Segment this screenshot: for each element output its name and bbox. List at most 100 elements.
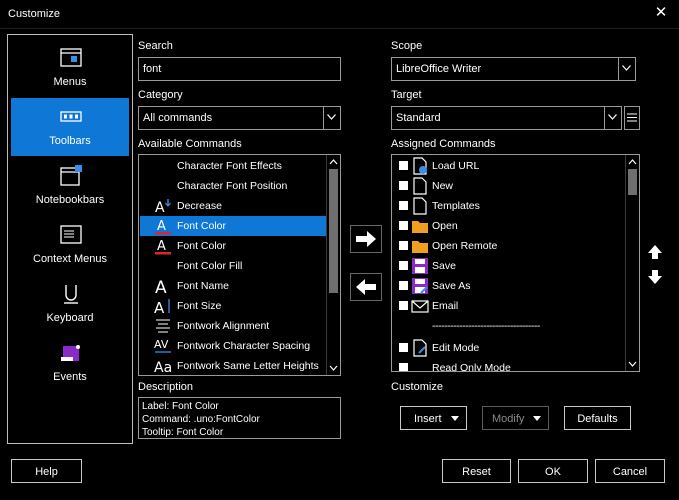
customize-label: Customize <box>391 381 443 393</box>
scope-label: Scope <box>391 40 423 52</box>
caret-down-icon <box>451 416 459 421</box>
save-icon <box>412 258 428 274</box>
assigned-commands-list[interactable]: Load URL New Templates Open Open Remote … <box>391 154 640 372</box>
available-commands-list[interactable]: Character Font Effects Character Font Po… <box>138 154 341 376</box>
folder-icon <box>412 221 428 233</box>
move-up-button[interactable] <box>646 243 664 261</box>
scroll-thumb[interactable] <box>628 169 637 195</box>
caret-down-icon <box>533 416 541 421</box>
scroll-down-icon[interactable] <box>327 362 340 373</box>
search-input-value: font <box>143 63 162 75</box>
move-down-button[interactable] <box>646 268 664 286</box>
notebookbars-icon <box>60 165 82 186</box>
checkbox[interactable] <box>399 363 408 371</box>
target-label: Target <box>391 89 422 101</box>
target-select[interactable]: Standard <box>391 106 622 130</box>
list-item[interactable]: Character Font Effects <box>140 156 327 176</box>
list-item[interactable]: A Font Size <box>140 296 327 316</box>
list-item[interactable]: AV Fontwork Character Spacing <box>140 336 327 356</box>
chevron-down-icon[interactable] <box>323 107 340 129</box>
add-command-button[interactable] <box>350 225 382 253</box>
arrow-right-icon <box>356 231 376 247</box>
scroll-up-icon[interactable] <box>327 157 340 168</box>
separator-row[interactable]: ------------------------------------ <box>393 316 626 336</box>
list-item[interactable]: Save <box>393 256 626 276</box>
font-color-icon: A <box>155 219 171 235</box>
sidebar-item-toolbars[interactable]: Toolbars <box>11 98 129 156</box>
remove-command-button[interactable] <box>350 273 382 301</box>
menus-icon <box>60 48 82 67</box>
list-item[interactable]: Font Color Fill <box>140 256 327 276</box>
sidebar-item-events[interactable]: Events <box>11 334 129 392</box>
arrow-left-icon <box>356 279 376 295</box>
list-item[interactable]: New <box>393 176 626 196</box>
list-item[interactable]: Open Remote <box>393 236 626 256</box>
description-box: Label: Font Color Command: .uno:FontColo… <box>138 397 341 439</box>
font-size-icon: A <box>154 299 170 315</box>
font-color-icon: A <box>155 239 171 255</box>
insert-button[interactable]: Insert <box>400 406 467 430</box>
close-icon[interactable]: ✕ <box>653 5 669 21</box>
decrease-font-icon: A <box>155 199 171 215</box>
assigned-scrollbar[interactable] <box>625 155 639 371</box>
defaults-button[interactable]: Defaults <box>564 406 631 430</box>
scroll-up-icon[interactable] <box>626 157 639 168</box>
scope-select[interactable]: LibreOffice Writer <box>391 57 636 81</box>
load-url-icon <box>413 157 427 175</box>
checkbox[interactable] <box>399 181 408 190</box>
list-item-selected[interactable]: A Font Color <box>140 216 327 236</box>
list-item[interactable]: Open <box>393 216 626 236</box>
list-item[interactable]: A Font Name <box>140 276 327 296</box>
list-item[interactable]: A Font Color <box>140 236 327 256</box>
scope-value: LibreOffice Writer <box>396 63 482 75</box>
category-select[interactable]: All commands <box>138 106 341 130</box>
checkbox[interactable] <box>399 201 408 210</box>
arrow-down-icon <box>648 270 662 284</box>
sidebar-item-label: Toolbars <box>49 135 91 147</box>
chevron-down-icon[interactable] <box>618 58 635 80</box>
list-item[interactable]: A Decrease <box>140 196 327 216</box>
checkbox[interactable] <box>399 343 408 352</box>
checkbox[interactable] <box>399 281 408 290</box>
sidebar-item-notebookbars[interactable]: Notebookbars <box>11 157 129 215</box>
ok-button[interactable]: OK <box>518 459 588 483</box>
help-button[interactable]: Help <box>11 459 82 483</box>
list-item[interactable]: Save As <box>393 276 626 296</box>
cancel-button[interactable]: Cancel <box>595 459 665 483</box>
assigned-commands-label: Assigned Commands <box>391 138 496 150</box>
svg-text:A: A <box>157 239 166 254</box>
checkbox[interactable] <box>399 261 408 270</box>
sidebar: Menus Toolbars Notebookbars Context Menu… <box>7 34 133 444</box>
checkbox[interactable] <box>399 161 408 170</box>
list-item[interactable]: Fontwork Alignment <box>140 316 327 336</box>
svg-text:A: A <box>155 278 167 295</box>
font-name-icon: A <box>155 278 167 295</box>
reset-button[interactable]: Reset <box>442 459 511 483</box>
sidebar-item-context-menus[interactable]: Context Menus <box>11 216 129 274</box>
new-document-icon <box>413 177 427 195</box>
chevron-down-icon[interactable] <box>604 107 621 129</box>
description-line: Command: .uno:FontColor <box>142 414 260 425</box>
list-item[interactable]: Edit Mode <box>393 338 626 358</box>
search-input[interactable]: font <box>138 57 341 81</box>
list-item[interactable]: Aa Fontwork Same Letter Heights <box>140 356 327 375</box>
description-label: Description <box>138 381 194 393</box>
list-item[interactable]: Templates <box>393 196 626 216</box>
available-scrollbar[interactable] <box>326 155 340 375</box>
sidebar-item-menus[interactable]: Menus <box>11 39 129 97</box>
sidebar-item-keyboard[interactable]: Keyboard <box>11 275 129 333</box>
list-item[interactable]: Email <box>393 296 626 316</box>
svg-text:Aa: Aa <box>154 360 172 375</box>
scroll-down-icon[interactable] <box>626 358 639 369</box>
window-title: Customize <box>8 8 60 20</box>
list-item[interactable]: Load URL <box>393 156 626 176</box>
toolbars-icon <box>60 111 82 122</box>
checkbox[interactable] <box>399 221 408 230</box>
list-item[interactable]: Read Only Mode <box>393 358 626 371</box>
list-item[interactable]: Character Font Position <box>140 176 327 196</box>
checkbox[interactable] <box>399 241 408 250</box>
checkbox[interactable] <box>399 301 408 310</box>
scroll-thumb[interactable] <box>329 169 338 293</box>
target-menu-button[interactable] <box>624 106 640 130</box>
modify-button[interactable]: Modify <box>482 406 549 430</box>
